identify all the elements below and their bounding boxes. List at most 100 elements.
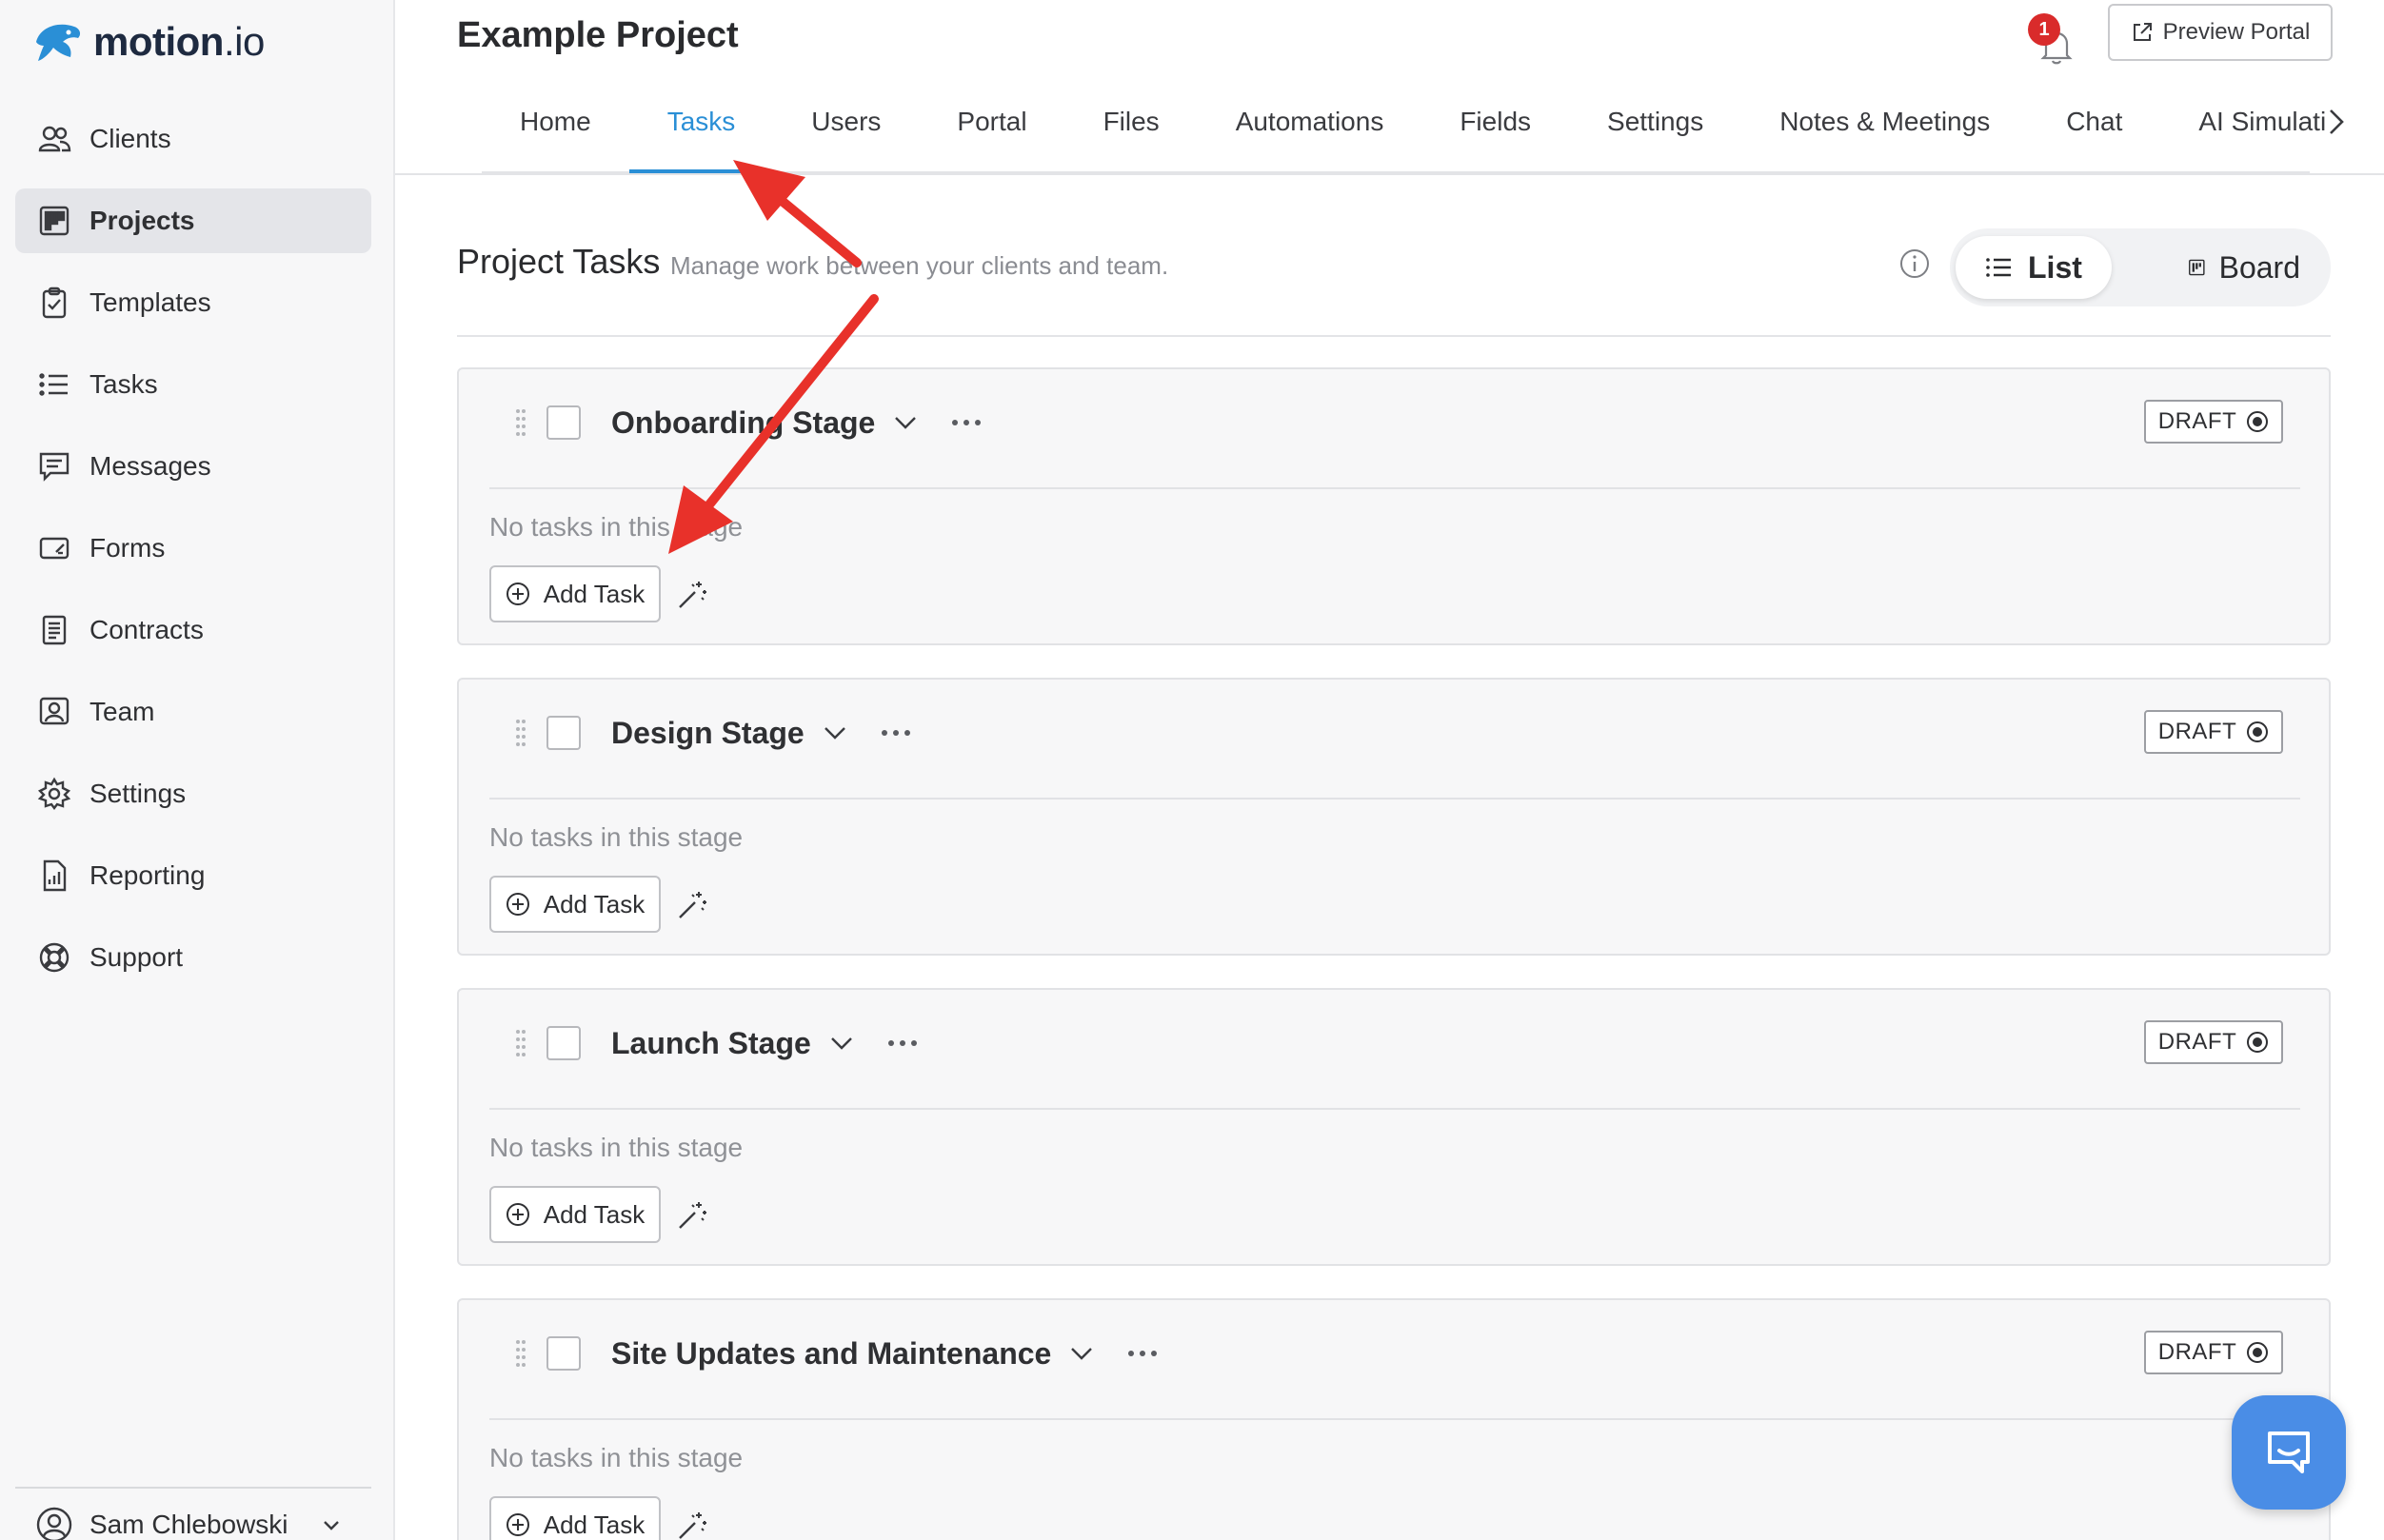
sidebar-item-tasks[interactable]: Tasks [15, 352, 371, 417]
sidebar-item-projects[interactable]: Projects [15, 188, 371, 253]
stage-title: Site Updates and Maintenance [611, 1335, 1052, 1371]
status-badge[interactable]: DRAFT [2144, 1020, 2283, 1064]
stage-title: Design Stage [611, 715, 805, 750]
empty-state-text: No tasks in this stage [489, 1443, 744, 1472]
stage-header[interactable]: Onboarding Stage [611, 402, 983, 444]
sidebar: motion.io Clients Projects Templates Tas… [0, 0, 395, 1540]
stage-title: Launch Stage [611, 1025, 811, 1060]
stage-checkbox[interactable] [546, 1026, 581, 1060]
magic-wand-icon[interactable] [676, 1510, 708, 1540]
sidebar-item-templates[interactable]: Templates [15, 270, 371, 335]
drag-handle-icon[interactable] [514, 407, 527, 440]
gear-icon [36, 776, 72, 812]
tab-ai-simulation[interactable]: AI Simulati [2160, 95, 2326, 171]
sidebar-item-label: Contracts [89, 615, 204, 644]
section-divider [457, 335, 2331, 337]
more-options-icon[interactable] [879, 727, 913, 739]
sidebar-item-support[interactable]: Support [15, 925, 371, 990]
more-options-icon[interactable] [1125, 1348, 1160, 1359]
more-options-icon[interactable] [885, 1037, 920, 1049]
chevron-right-icon [2330, 109, 2344, 134]
add-task-button[interactable]: Add Task [489, 565, 661, 622]
sidebar-item-team[interactable]: Team [15, 680, 371, 744]
tab-home[interactable]: Home [482, 95, 629, 171]
sidebar-item-label: Tasks [89, 369, 158, 399]
project-title: Example Project [457, 15, 739, 55]
more-options-icon[interactable] [949, 417, 983, 428]
tabs-scroll-right-button[interactable] [2321, 103, 2350, 141]
tab-portal[interactable]: Portal [919, 95, 1064, 171]
report-icon [36, 858, 72, 894]
view-list-button[interactable]: List [1956, 236, 2112, 299]
magic-wand-icon[interactable] [676, 889, 708, 921]
external-link-icon [2133, 23, 2152, 41]
plus-circle-icon [506, 582, 529, 605]
status-badge[interactable]: DRAFT [2144, 400, 2283, 444]
sidebar-item-label: Support [89, 942, 184, 972]
add-task-label: Add Task [543, 1510, 646, 1539]
status-label: DRAFT [2157, 1339, 2237, 1365]
tab-automations[interactable]: Automations [1198, 95, 1422, 171]
stage-card: Onboarding Stage DRAFT No tasks in this … [457, 367, 2331, 645]
preview-portal-button[interactable]: Preview Portal [2108, 4, 2333, 61]
status-label: DRAFT [2157, 1029, 2237, 1055]
sidebar-item-settings[interactable]: Settings [15, 761, 371, 826]
stage-header[interactable]: Design Stage [611, 712, 913, 754]
motion-logo[interactable]: motion.io [30, 15, 265, 69]
stage-checkbox[interactable] [546, 405, 581, 440]
add-task-button[interactable]: Add Task [489, 876, 661, 933]
status-badge[interactable]: DRAFT [2144, 710, 2283, 754]
tab-chat[interactable]: Chat [2028, 95, 2160, 171]
magic-wand-icon[interactable] [676, 1199, 708, 1232]
sidebar-item-contracts[interactable]: Contracts [15, 598, 371, 662]
sidebar-item-reporting[interactable]: Reporting [15, 843, 371, 908]
radio-dot-icon [2247, 1032, 2269, 1053]
status-label: DRAFT [2157, 408, 2237, 434]
stage-header[interactable]: Site Updates and Maintenance [611, 1333, 1160, 1374]
view-toggle: List Board [1950, 228, 2331, 306]
info-icon[interactable] [1898, 247, 1931, 280]
stage-card: Site Updates and Maintenance DRAFT No ta… [457, 1298, 2331, 1540]
status-badge[interactable]: DRAFT [2144, 1331, 2283, 1374]
header-divider [395, 173, 2384, 175]
sidebar-item-forms[interactable]: Forms [15, 516, 371, 581]
notifications-button[interactable]: 1 [2028, 13, 2081, 67]
magic-wand-icon[interactable] [676, 579, 708, 611]
tab-tasks[interactable]: Tasks [628, 95, 774, 173]
list-icon [36, 366, 72, 403]
user-menu[interactable]: Sam Chlebowski [36, 1506, 342, 1540]
tab-users[interactable]: Users [773, 95, 919, 171]
drag-handle-icon[interactable] [514, 1028, 527, 1060]
sidebar-item-label: Forms [89, 533, 166, 563]
team-icon [36, 694, 72, 730]
motion-logo-icon [36, 24, 81, 61]
sidebar-item-clients[interactable]: Clients [15, 107, 371, 171]
stage-header[interactable]: Launch Stage [611, 1022, 920, 1064]
user-name: Sam Chlebowski [89, 1510, 288, 1539]
add-task-button[interactable]: Add Task [489, 1186, 661, 1243]
add-task-button[interactable]: Add Task [489, 1496, 661, 1540]
plus-circle-icon [506, 893, 529, 916]
drag-handle-icon[interactable] [514, 1338, 527, 1371]
tab-settings[interactable]: Settings [1569, 95, 1741, 171]
chat-widget-button[interactable] [2232, 1395, 2346, 1510]
board-icon [2189, 259, 2205, 276]
avatar-icon [36, 1507, 72, 1540]
sidebar-item-messages[interactable]: Messages [15, 434, 371, 499]
preview-portal-label: Preview Portal [2162, 19, 2311, 45]
tab-files[interactable]: Files [1065, 95, 1198, 171]
stage-divider [489, 487, 2300, 489]
view-board-button[interactable]: Board [2159, 236, 2329, 299]
radio-dot-icon [2247, 721, 2269, 742]
stage-checkbox[interactable] [546, 716, 581, 750]
sidebar-divider [15, 1487, 371, 1489]
lifebuoy-icon [36, 939, 72, 976]
add-task-label: Add Task [543, 579, 646, 608]
tab-notes-meetings[interactable]: Notes & Meetings [1741, 95, 2028, 171]
tab-fields[interactable]: Fields [1421, 95, 1569, 171]
plus-circle-icon [506, 1513, 529, 1536]
sidebar-item-label: Team [89, 697, 155, 726]
stage-divider [489, 798, 2300, 800]
stage-checkbox[interactable] [546, 1336, 581, 1371]
drag-handle-icon[interactable] [514, 718, 527, 750]
